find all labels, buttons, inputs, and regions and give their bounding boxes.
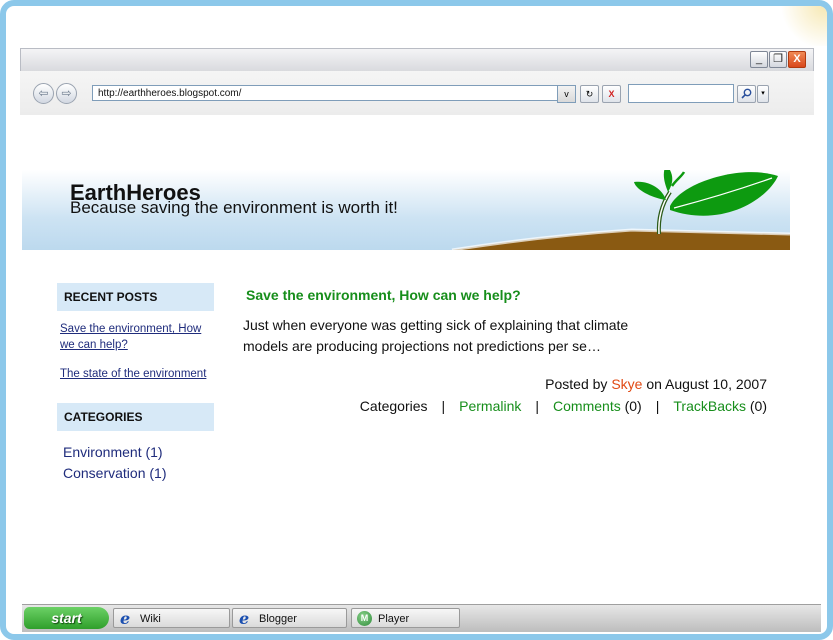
post-body: Just when everyone was getting sick of e… bbox=[243, 317, 629, 354]
internet-explorer-icon: e bbox=[239, 609, 250, 628]
post-date: on August 10, 2007 bbox=[646, 376, 767, 392]
taskbar-item-wiki[interactable]: e Wiki bbox=[113, 608, 230, 628]
restore-button[interactable]: ❐ bbox=[769, 51, 787, 68]
category-link[interactable]: Conservation (1) bbox=[63, 465, 167, 481]
category-link[interactable]: Environment (1) bbox=[63, 444, 163, 460]
address-bar[interactable]: http://earthheroes.blogspot.com/ bbox=[92, 85, 575, 101]
forward-button[interactable]: ⇨ bbox=[56, 83, 77, 104]
trackbacks-link[interactable]: TrackBacks bbox=[673, 398, 746, 414]
internet-explorer-icon: e bbox=[120, 609, 131, 628]
comments-link[interactable]: Comments bbox=[553, 398, 621, 414]
stop-button[interactable]: X bbox=[602, 85, 621, 103]
search-icon bbox=[741, 88, 752, 99]
trackbacks-count: (0) bbox=[749, 398, 767, 414]
post-footer-links: Categories | Permalink | Comments (0) | TrackB… bbox=[360, 398, 767, 414]
categories-heading: CATEGORIES bbox=[57, 403, 214, 431]
categories-link[interactable]: Categories bbox=[360, 398, 428, 414]
taskbar-item-player[interactable]: M Player bbox=[351, 608, 460, 628]
media-player-icon: M bbox=[357, 611, 372, 626]
comments-count: (0) bbox=[624, 398, 642, 414]
browser-toolbar: ⇦ ⇨ http://earthheroes.blogspot.com/ v ↻… bbox=[20, 71, 814, 115]
taskbar-item-label: Wiki bbox=[140, 613, 161, 625]
address-dropdown-button[interactable]: v bbox=[557, 85, 576, 103]
taskbar: start e Wiki e Blogger M Player bbox=[22, 604, 821, 632]
minimize-button[interactable]: _ bbox=[750, 51, 768, 68]
post-title[interactable]: Save the environment, How can we help? bbox=[246, 287, 521, 303]
screen-frame: _ ❐ X ⇦ ⇨ http://earthheroes.blogspot.co… bbox=[0, 0, 833, 640]
start-button[interactable]: start bbox=[24, 607, 109, 629]
author-link[interactable]: Skye bbox=[611, 376, 642, 392]
post-byline: Posted by Skye on August 10, 2007 bbox=[545, 376, 767, 392]
search-options-button[interactable]: ▾ bbox=[757, 85, 769, 103]
separator: | bbox=[441, 398, 446, 414]
close-button[interactable]: X bbox=[788, 51, 806, 68]
separator: | bbox=[655, 398, 660, 414]
search-button[interactable] bbox=[737, 85, 756, 103]
refresh-icon: ↻ bbox=[585, 89, 594, 99]
posted-by-label: Posted by bbox=[545, 376, 608, 392]
blog-banner: EarthHeroes Because saving the environme… bbox=[22, 170, 790, 250]
chevron-down-icon: ▾ bbox=[761, 90, 765, 97]
browser-title-bar: _ ❐ X bbox=[20, 48, 814, 72]
arrow-left-icon: ⇦ bbox=[38, 86, 49, 100]
arrow-right-icon: ⇨ bbox=[61, 86, 72, 100]
taskbar-item-label: Player bbox=[378, 613, 410, 625]
search-input[interactable] bbox=[628, 84, 734, 103]
refresh-button[interactable]: ↻ bbox=[580, 85, 599, 103]
stop-icon: X bbox=[608, 89, 615, 99]
back-button[interactable]: ⇦ bbox=[33, 83, 54, 104]
recent-posts-heading: RECENT POSTS bbox=[57, 283, 214, 311]
sprout-logo-icon bbox=[451, 170, 790, 250]
taskbar-item-label: Blogger bbox=[259, 613, 297, 625]
separator: | bbox=[535, 398, 540, 414]
taskbar-item-blogger[interactable]: e Blogger bbox=[232, 608, 347, 628]
recent-post-link[interactable]: Save the environment, How we can help? bbox=[60, 321, 210, 353]
recent-post-link[interactable]: The state of the environment bbox=[60, 366, 210, 382]
permalink-link[interactable]: Permalink bbox=[459, 398, 521, 414]
